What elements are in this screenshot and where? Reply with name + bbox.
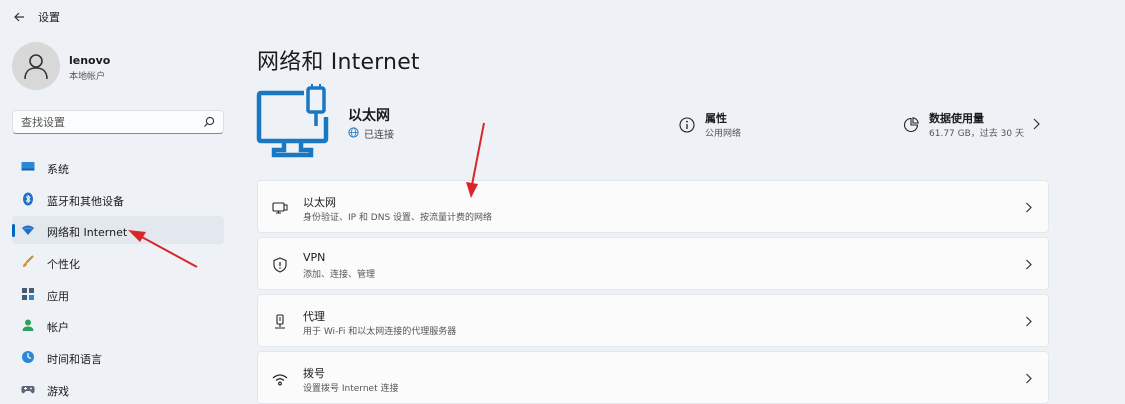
sidebar-item-label: 蓝牙和其他设备 <box>47 195 124 208</box>
dialup-icon <box>272 374 288 386</box>
card-title: VPN <box>303 251 326 264</box>
sidebar-item-label: 帐户 <box>47 321 69 334</box>
monitor-ethernet-icon <box>256 84 329 158</box>
back-button[interactable] <box>8 6 30 28</box>
user-name: lenovo <box>69 54 111 67</box>
apps-icon <box>22 288 34 300</box>
app-title: 设置 <box>38 11 60 24</box>
avatar[interactable] <box>12 42 60 90</box>
chevron-right-icon <box>1026 259 1032 270</box>
sidebar-item-label: 系统 <box>47 163 69 176</box>
card-title: 以太网 <box>303 196 336 209</box>
properties-subtitle: 公用网络 <box>705 129 742 139</box>
sidebar-item-label: 时间和语言 <box>47 353 102 366</box>
dialup-card[interactable]: 拨号 设置拨号 Internet 连接 <box>257 351 1049 404</box>
info-icon <box>679 117 695 133</box>
data-usage-icon <box>903 117 919 133</box>
card-subtitle: 用于 Wi-Fi 和以太网连接的代理服务器 <box>303 327 457 337</box>
vpn-shield-icon <box>273 257 287 273</box>
sidebar-item-label: 应用 <box>47 290 69 303</box>
sidebar-item-time-language[interactable]: 时间和语言 <box>12 343 224 371</box>
vpn-card[interactable]: VPN 添加、连接、管理 <box>257 237 1049 290</box>
account-icon <box>22 319 34 331</box>
chevron-right-icon <box>1033 118 1040 130</box>
sidebar-item-personalization[interactable]: 个性化 <box>12 248 224 276</box>
sidebar-item-gaming[interactable]: 游戏 <box>12 375 224 403</box>
sidebar-item-label: 网络和 Internet <box>47 226 128 239</box>
selection-indicator <box>12 224 15 237</box>
data-usage-subtitle: 61.77 GB，过去 30 天 <box>929 129 1024 139</box>
ethernet-icon <box>272 202 288 214</box>
system-icon <box>21 162 35 171</box>
globe-icon <box>348 127 359 138</box>
properties-title: 属性 <box>705 112 727 125</box>
ethernet-card[interactable]: 以太网 身份验证、IP 和 DNS 设置、按流量计费的网络 <box>257 180 1049 233</box>
search-input[interactable] <box>21 114 191 130</box>
data-usage-title: 数据使用量 <box>929 112 984 125</box>
proxy-icon <box>275 314 285 329</box>
wifi-icon <box>22 225 34 235</box>
search-icon[interactable] <box>203 116 215 128</box>
sidebar-item-apps[interactable]: 应用 <box>12 280 224 308</box>
proxy-card[interactable]: 代理 用于 Wi-Fi 和以太网连接的代理服务器 <box>257 294 1049 347</box>
sidebar-item-system[interactable]: 系统 <box>12 153 224 181</box>
card-title: 拨号 <box>303 367 325 380</box>
account-type: 本地帐户 <box>69 72 106 82</box>
card-subtitle: 设置拨号 Internet 连接 <box>303 384 399 394</box>
chevron-right-icon <box>1026 373 1032 384</box>
card-subtitle: 身份验证、IP 和 DNS 设置、按流量计费的网络 <box>303 213 493 223</box>
time-language-icon <box>22 351 34 363</box>
card-title: 代理 <box>303 310 325 323</box>
sidebar-item-label: 个性化 <box>47 258 80 271</box>
sidebar-item-bluetooth[interactable]: 蓝牙和其他设备 <box>12 185 224 213</box>
bluetooth-icon <box>23 192 33 206</box>
back-arrow-icon <box>14 12 24 22</box>
sidebar-item-network[interactable]: 网络和 Internet <box>12 216 224 244</box>
chevron-right-icon <box>1026 202 1032 213</box>
sidebar-item-label: 游戏 <box>47 385 69 398</box>
chevron-right-icon <box>1026 316 1032 327</box>
user-avatar-icon <box>24 54 48 80</box>
brush-icon <box>23 255 34 267</box>
connection-name: 以太网 <box>348 108 390 124</box>
card-subtitle: 添加、连接、管理 <box>303 270 376 280</box>
connection-status: 已连接 <box>364 130 394 141</box>
properties-link[interactable] <box>672 100 872 148</box>
gaming-icon <box>21 386 35 394</box>
search-box[interactable] <box>12 110 224 134</box>
sidebar-item-accounts[interactable]: 帐户 <box>12 311 224 339</box>
page-title: 网络和 Internet <box>257 50 420 75</box>
